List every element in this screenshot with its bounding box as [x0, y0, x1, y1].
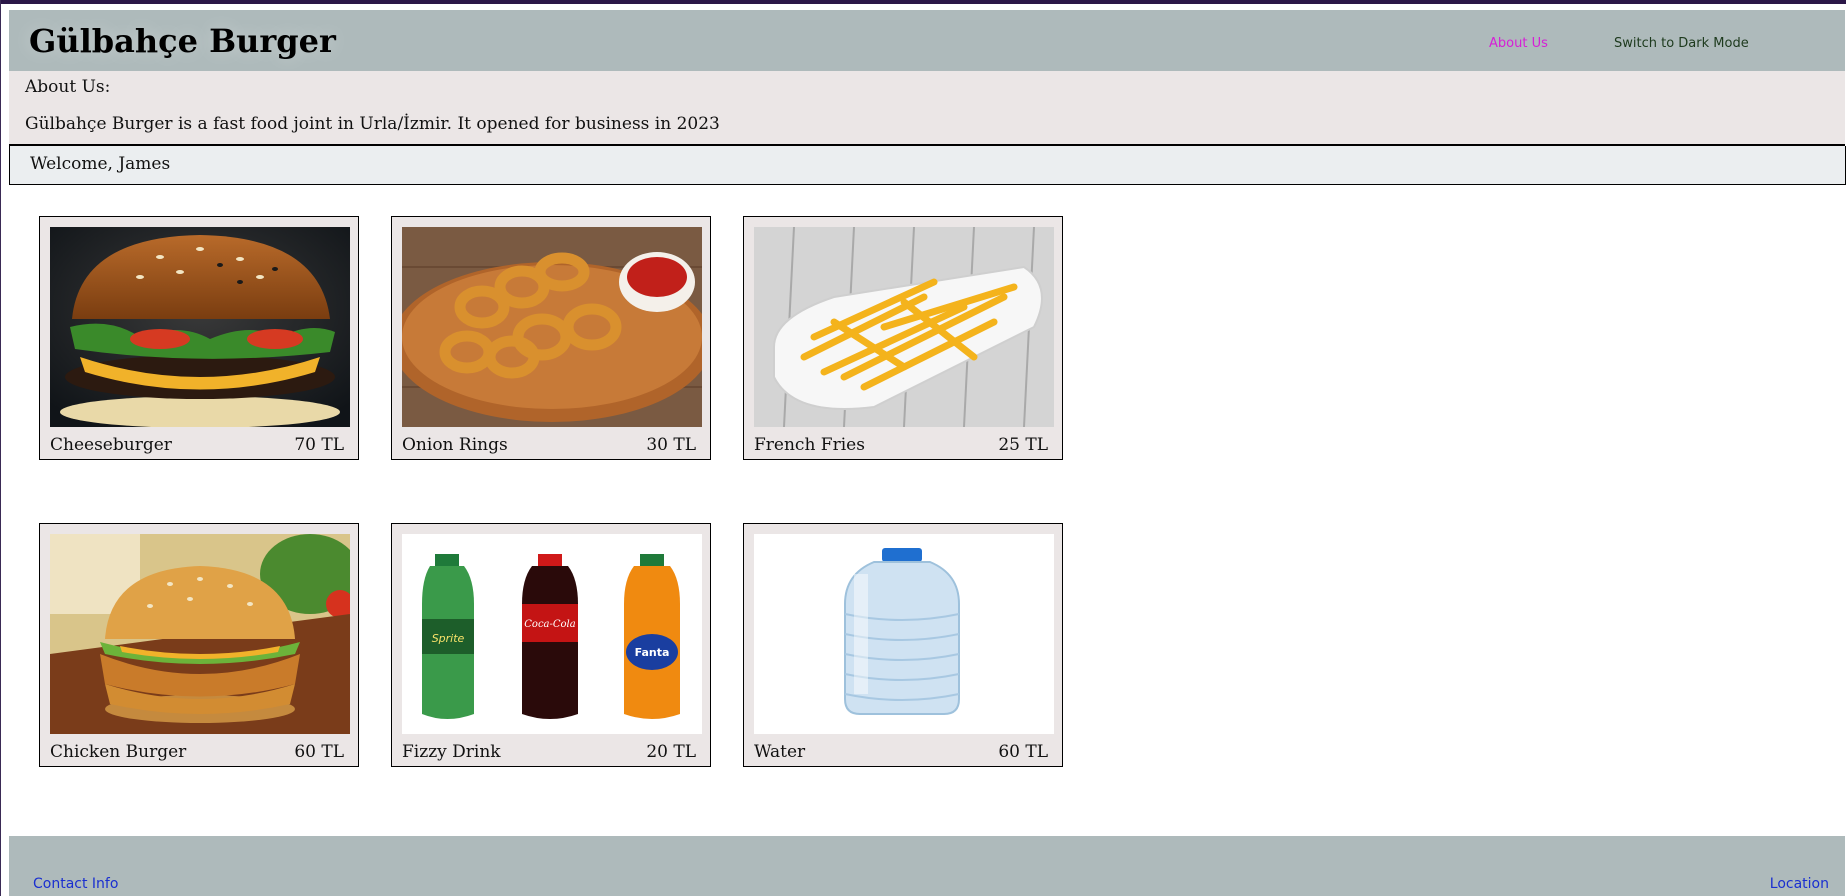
cheeseburger-photo [50, 227, 350, 427]
welcome-bar: Welcome, James [9, 146, 1846, 185]
welcome-message: Welcome, James [30, 154, 171, 174]
french-fries-photo [754, 227, 1054, 427]
menu-item-cheeseburger[interactable]: Cheeseburger 70 TL [39, 216, 359, 460]
menu-item-name: French Fries [754, 435, 865, 455]
top-border [0, 0, 1846, 4]
sprite-label: Sprite [432, 632, 465, 645]
onion-rings-photo [402, 227, 702, 427]
menu-item-chicken-burger[interactable]: Chicken Burger 60 TL [39, 523, 359, 767]
fanta-label: Fanta [635, 646, 670, 659]
chicken-burger-photo [50, 534, 350, 734]
location-link[interactable]: Location [1770, 876, 1829, 892]
menu-item-price: 20 TL [646, 742, 696, 762]
menu-item-name: Chicken Burger [50, 742, 187, 762]
fizzy-drinks-photo: Sprite Coca-Cola Fanta [402, 534, 702, 734]
dark-mode-toggle[interactable]: Switch to Dark Mode [1614, 36, 1749, 51]
water-bottle-photo [754, 534, 1054, 734]
menu-item-name: Onion Rings [402, 435, 508, 455]
about-title: About Us: [25, 77, 111, 97]
menu-item-price: 70 TL [294, 435, 344, 455]
site-footer: Contact Info Location [9, 836, 1845, 896]
menu-item-french-fries[interactable]: French Fries 25 TL [743, 216, 1063, 460]
about-text: Gülbahçe Burger is a fast food joint in … [25, 114, 720, 134]
coca-cola-label: Coca-Cola [524, 619, 575, 630]
menu-item-name: Water [754, 742, 806, 762]
menu-item-name: Fizzy Drink [402, 742, 501, 762]
menu-item-price: 60 TL [998, 742, 1048, 762]
menu-item-price: 25 TL [998, 435, 1048, 455]
left-border [0, 0, 1, 896]
site-header: Gülbahçe Burger About Us Switch to Dark … [9, 10, 1845, 71]
about-section: About Us: Gülbahçe Burger is a fast food… [9, 71, 1845, 146]
contact-info-link[interactable]: Contact Info [33, 876, 118, 892]
site-title: Gülbahçe Burger [29, 22, 336, 60]
menu-item-price: 30 TL [646, 435, 696, 455]
menu-item-water[interactable]: Water 60 TL [743, 523, 1063, 767]
menu-item-price: 60 TL [294, 742, 344, 762]
menu-item-fizzy-drink[interactable]: Sprite Coca-Cola Fanta Fizzy Drink 20 TL [391, 523, 711, 767]
about-us-link[interactable]: About Us [1489, 36, 1548, 51]
menu-item-name: Cheeseburger [50, 435, 172, 455]
menu-item-onion-rings[interactable]: Onion Rings 30 TL [391, 216, 711, 460]
